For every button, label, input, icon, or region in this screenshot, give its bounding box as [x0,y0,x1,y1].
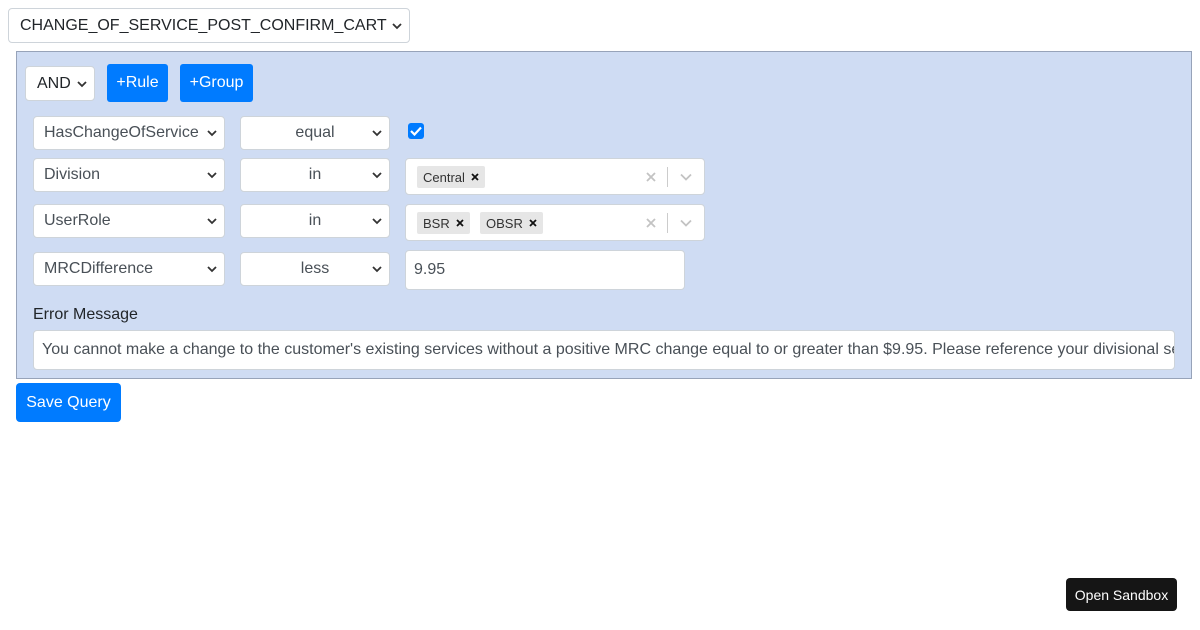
rule-multi-select[interactable]: BSR OBSR [405,204,705,241]
combinator-select[interactable]: AND [25,66,95,101]
close-icon [456,219,464,227]
rule-set-select-value: CHANGE_OF_SERVICE_POST_CONFIRM_CART [20,16,387,34]
add-rule-button[interactable]: +Rule [107,64,168,102]
chevron-down-icon [207,130,217,137]
error-message-input[interactable]: You cannot make a change to the customer… [33,330,1175,370]
check-icon [410,126,422,136]
chip-label: OBSR [486,215,523,231]
chip-label: BSR [423,215,450,231]
rule-operator-value: less [300,260,330,277]
rule-field-value: HasChangeOfService [44,124,199,141]
rule-operator-select[interactable]: less [240,252,390,286]
chip-label: Central [423,169,465,185]
selected-value-chip: OBSR [480,212,543,234]
selected-value-chip: BSR [417,212,470,234]
rule-field-value: UserRole [44,212,111,229]
open-sandbox-button[interactable]: Open Sandbox [1066,578,1177,611]
rule-field-select[interactable]: UserRole [33,204,225,238]
chevron-down-icon [392,22,402,29]
chevron-down-icon [207,266,217,273]
rule-field-select[interactable]: HasChangeOfService [33,116,225,150]
chevron-down-icon[interactable] [680,173,692,181]
chevron-down-icon [372,172,382,179]
rule-operator-select[interactable]: in [240,204,390,238]
chevron-down-icon [207,218,217,225]
rule-value-input[interactable]: 9.95 [405,250,685,290]
chevron-down-icon[interactable] [680,219,692,227]
rule-field-select[interactable]: Division [33,158,225,192]
chevron-down-icon [77,80,87,87]
remove-chip-button[interactable] [465,166,485,188]
selected-value-chip: Central [417,166,485,188]
remove-chip-button[interactable] [450,212,470,234]
indicator-separator [667,213,668,233]
rule-field-value: Division [44,166,101,183]
rule-operator-value: in [308,212,322,229]
rule-multi-select[interactable]: Central [405,158,705,195]
error-message-label: Error Message [33,306,138,323]
rule-operator-value: equal [295,124,335,141]
combinator-value: AND [37,74,71,92]
rule-field-value: MRCDifference [44,260,154,277]
error-message-text: You cannot make a change to the customer… [42,341,1175,358]
rule-set-select[interactable]: CHANGE_OF_SERVICE_POST_CONFIRM_CART [8,8,410,43]
rule-operator-select[interactable]: equal [240,116,390,150]
clear-all-icon[interactable] [646,217,656,228]
save-query-button[interactable]: Save Query [16,383,121,422]
add-group-button[interactable]: +Group [180,64,253,102]
rule-value-text: 9.95 [414,261,446,278]
rule-value-checkbox[interactable] [408,123,424,139]
remove-chip-button[interactable] [523,212,543,234]
clear-all-icon[interactable] [646,171,656,182]
chevron-down-icon [207,172,217,179]
chevron-down-icon [372,218,382,225]
close-icon [529,219,537,227]
chevron-down-icon [372,266,382,273]
close-icon [471,173,479,181]
rule-operator-select[interactable]: in [240,158,390,192]
rule-operator-value: in [308,166,322,183]
chevron-down-icon [372,130,382,137]
indicator-separator [667,167,668,187]
rule-field-select[interactable]: MRCDifference [33,252,225,286]
